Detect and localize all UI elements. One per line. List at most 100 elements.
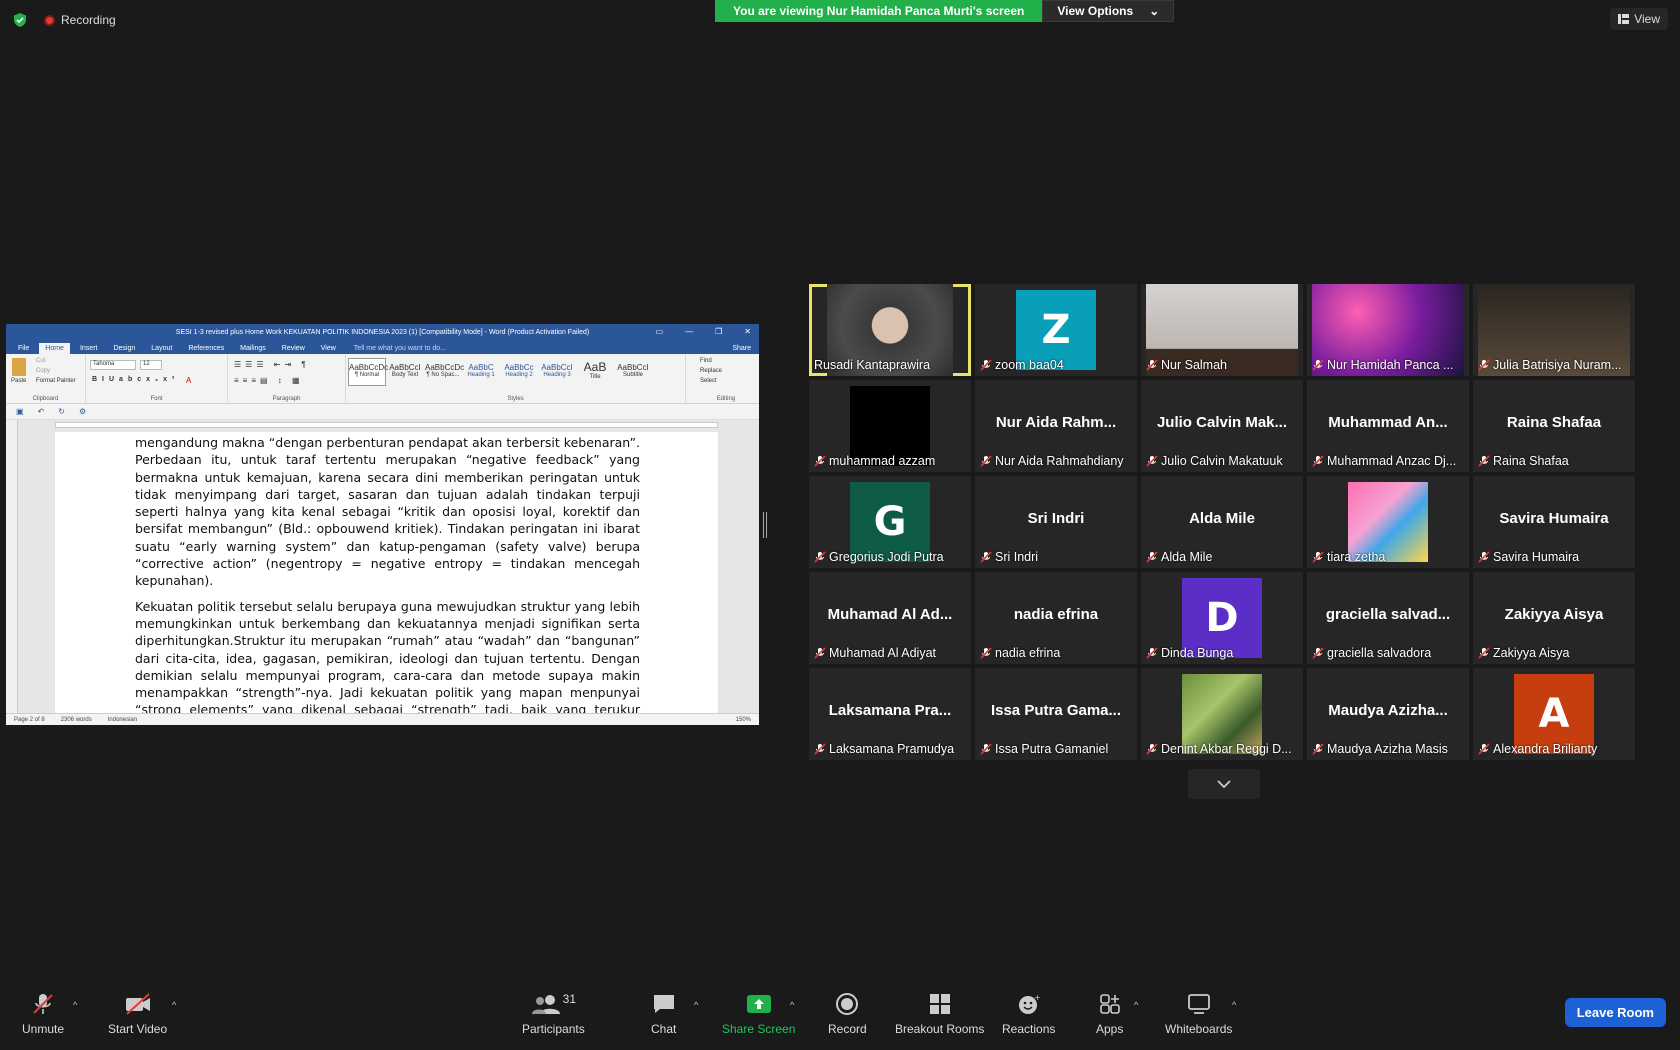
tab-view[interactable]: View — [315, 343, 342, 354]
paste-icon[interactable] — [12, 358, 26, 376]
participant-tile[interactable]: Rusadi Kantaprawira — [809, 284, 971, 376]
word-count: 2306 words — [60, 716, 92, 723]
reactions-button[interactable]: + Reactions — [1002, 992, 1055, 1036]
participant-tile[interactable]: A Alexandra Brilianty — [1473, 668, 1635, 760]
tab-insert[interactable]: Insert — [74, 343, 104, 354]
replace-button[interactable]: Replace — [700, 368, 722, 374]
font-format-buttons[interactable]: BIUabcx₂x² — [92, 376, 179, 383]
chat-button[interactable]: Chat — [651, 992, 676, 1036]
participant-tile[interactable]: Issa Putra Gama... Issa Putra Gamaniel — [975, 668, 1137, 760]
start-video-button[interactable]: Start Video — [108, 992, 167, 1036]
tab-design[interactable]: Design — [107, 343, 141, 354]
participant-tile[interactable]: Laksamana Pra... Laksamana Pramudya — [809, 668, 971, 760]
tab-layout[interactable]: Layout — [145, 343, 178, 354]
save-icon[interactable]: ▣ — [16, 407, 24, 416]
style-preview: AaBbCcI — [389, 363, 421, 372]
participant-tile[interactable]: G Gregorius Jodi Putra — [809, 476, 971, 568]
participant-name-label: Nur Salmah — [1146, 358, 1299, 372]
maximize-icon[interactable]: ❐ — [715, 327, 722, 336]
find-button[interactable]: Find — [700, 358, 712, 364]
document-paragraph-1: mengandung makna “dengan perbenturan pen… — [135, 435, 640, 589]
participant-name: Alda Mile — [1161, 550, 1213, 564]
select-button[interactable]: Select — [700, 378, 717, 384]
style-no-spacing[interactable]: AaBbCcDc ¶ No Spac... — [424, 358, 464, 386]
participant-tile[interactable]: Julio Calvin Mak... Julio Calvin Makatuuk — [1141, 380, 1303, 472]
participant-tile[interactable]: Denint Akbar Reggi D... — [1141, 668, 1303, 760]
ribbon-display-icon[interactable]: ▭ — [656, 327, 664, 336]
undo-icon[interactable]: ↶ — [38, 407, 45, 416]
more-participants-button[interactable] — [1188, 769, 1260, 799]
view-options-button[interactable]: View Options ⌄ — [1042, 0, 1175, 22]
participant-tile[interactable]: tiara zetha — [1307, 476, 1469, 568]
participant-tile[interactable]: Zzoom baa04 — [975, 284, 1137, 376]
word-share-button[interactable]: Share — [724, 343, 759, 354]
list-buttons[interactable]: ☰☰☰ ⇤⇥ ¶ — [234, 360, 310, 369]
redo-icon[interactable]: ↻ — [58, 407, 65, 416]
paste-label[interactable]: Paste — [11, 378, 26, 384]
unmute-button[interactable]: Unmute — [22, 992, 64, 1036]
splitter-handle[interactable] — [763, 512, 767, 538]
share-options-caret-icon[interactable]: ^ — [790, 1000, 794, 1010]
audio-options-caret-icon[interactable]: ^ — [73, 1000, 77, 1010]
chat-options-caret-icon[interactable]: ^ — [694, 1000, 698, 1010]
leave-room-button[interactable]: Leave Room — [1564, 998, 1666, 1027]
participant-tile[interactable]: Muhammad An... Muhammad Anzac Dj... — [1307, 380, 1469, 472]
format-painter-button[interactable]: Format Painter — [36, 378, 76, 384]
copy-button[interactable]: Copy — [36, 368, 50, 374]
view-button[interactable]: View — [1610, 8, 1668, 30]
participants-button[interactable]: 31 Participants — [522, 992, 585, 1036]
zoom-level[interactable]: 150% — [736, 717, 751, 723]
tab-file[interactable]: File — [12, 343, 35, 354]
participant-tile[interactable]: muhammad azzam — [809, 380, 971, 472]
document-page[interactable]: mengandung makna “dengan perbenturan pen… — [55, 432, 718, 713]
tab-references[interactable]: References — [182, 343, 230, 354]
security-shield-icon[interactable] — [12, 12, 28, 28]
style-title[interactable]: AaB Title — [576, 358, 614, 386]
apps-options-caret-icon[interactable]: ^ — [1134, 1000, 1138, 1010]
tell-me-input[interactable]: Tell me what you want to do... — [346, 343, 454, 354]
participant-tile[interactable]: Muhamad Al Ad... Muhamad Al Adiyat — [809, 572, 971, 664]
participant-tile[interactable]: Zakiyya Aisya Zakiyya Aisya — [1473, 572, 1635, 664]
record-button[interactable]: Record — [828, 992, 867, 1036]
whiteboards-options-caret-icon[interactable]: ^ — [1232, 1000, 1236, 1010]
recording-indicator[interactable]: Recording — [44, 13, 116, 27]
share-screen-button[interactable]: Share Screen — [722, 992, 795, 1036]
style-heading-2[interactable]: AaBbCc Heading 2 — [500, 358, 538, 386]
participant-tile[interactable]: Julia Batrisiya Nuram... — [1473, 284, 1635, 376]
participant-tile[interactable]: Nur Salmah — [1141, 284, 1303, 376]
customize-icon[interactable]: ⚙ — [79, 407, 86, 416]
participant-tile[interactable]: Savira Humaira Savira Humaira — [1473, 476, 1635, 568]
tab-mailings[interactable]: Mailings — [234, 343, 272, 354]
align-buttons[interactable]: ≡≡≡▤ ↕ ▦ — [234, 376, 304, 385]
recording-dot-icon — [44, 14, 55, 26]
participant-tile[interactable]: Raina Shafaa Raina Shafaa — [1473, 380, 1635, 472]
style-heading-1[interactable]: AaBbC Heading 1 — [462, 358, 500, 386]
styles-group-label: Styles — [507, 396, 524, 402]
tab-home[interactable]: Home — [39, 343, 70, 354]
participant-tile[interactable]: nadia efrina nadia efrina — [975, 572, 1137, 664]
participant-tile[interactable]: Sri Indri Sri Indri — [975, 476, 1137, 568]
video-options-caret-icon[interactable]: ^ — [172, 1000, 176, 1010]
shared-screen[interactable]: SESI 1-3 revised plus Home Work KEKUATAN… — [6, 324, 759, 725]
participant-tile[interactable]: Maudya Azizha... Maudya Azizha Masis — [1307, 668, 1469, 760]
participant-tile[interactable]: Nur Aida Rahm... Nur Aida Rahmahdiany — [975, 380, 1137, 472]
participant-tile[interactable]: graciella salvad... graciella salvadora — [1307, 572, 1469, 664]
participant-tile[interactable]: D Dinda Bunga — [1141, 572, 1303, 664]
tab-review[interactable]: Review — [276, 343, 311, 354]
apps-button[interactable]: Apps — [1096, 992, 1123, 1036]
breakout-rooms-button[interactable]: Breakout Rooms — [895, 992, 984, 1036]
style-heading-3[interactable]: AaBbCcI Heading 3 — [538, 358, 576, 386]
cut-button[interactable]: Cut — [36, 358, 45, 364]
style-normal[interactable]: AaBbCcDc ¶ Normal — [348, 358, 388, 386]
close-icon[interactable]: ✕ — [744, 327, 751, 336]
font-color-icon[interactable]: A — [186, 376, 191, 385]
participant-tile[interactable]: Nur Hamidah Panca ... — [1307, 284, 1469, 376]
style-body-text[interactable]: AaBbCcI Body Text — [386, 358, 424, 386]
minimize-icon[interactable]: — — [685, 327, 693, 336]
font-size-select[interactable]: 12 — [140, 360, 162, 370]
mic-muted-icon — [1478, 743, 1490, 755]
style-subtitle[interactable]: AaBbCcI Subtitle — [614, 358, 652, 386]
font-name-select[interactable]: Tahoma — [90, 360, 136, 370]
participant-tile[interactable]: Alda Mile Alda Mile — [1141, 476, 1303, 568]
whiteboards-button[interactable]: Whiteboards — [1165, 992, 1232, 1036]
